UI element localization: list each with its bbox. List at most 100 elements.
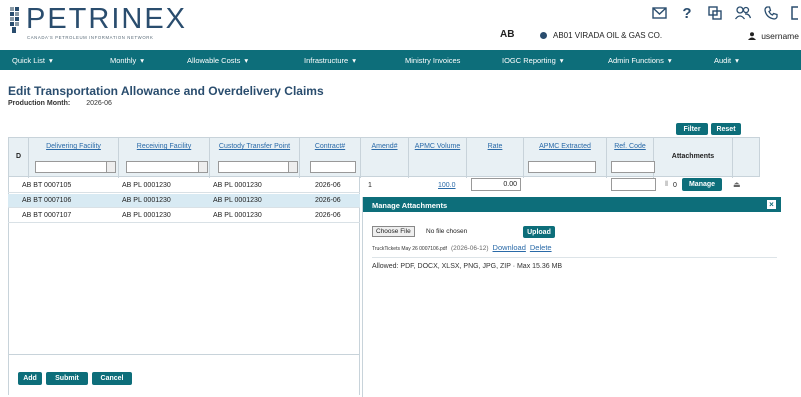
nav-audit[interactable]: Audit ▾ [702, 56, 782, 65]
username: username [761, 31, 799, 41]
petrinex-logo-icon [10, 7, 19, 33]
switch-icon[interactable] [707, 5, 723, 21]
cell-custody: AB PL 0001230 [213, 182, 262, 189]
filter-receiving-input[interactable] [126, 161, 208, 173]
file-status: No file chosen [426, 228, 468, 235]
nav-monthly[interactable]: Monthly ▾ [98, 56, 175, 65]
cell-receiving: AB PL 0001230 [122, 182, 171, 189]
nav-allowable-costs[interactable]: Allowable Costs ▾ [175, 56, 292, 65]
cell-contract: 2026-06 [315, 197, 341, 204]
filter-apmc-extracted-input[interactable] [528, 161, 596, 173]
manage-attachments-button[interactable]: Manage [682, 178, 722, 191]
attachment-date: (2026-06-12) [450, 245, 489, 252]
attachment-clip-icon: ⦀ [665, 181, 669, 188]
mail-icon[interactable] [651, 5, 667, 21]
cell-amend: 1 [368, 182, 372, 189]
manage-attachments-dialog: Manage Attachments × Choose File No file… [362, 197, 781, 397]
phone-icon[interactable] [763, 5, 779, 21]
nav-ministry-invoices[interactable]: Ministry Invoices [393, 56, 490, 65]
close-icon[interactable]: × [767, 200, 776, 209]
divider [372, 257, 777, 258]
caret-down-icon: ▾ [559, 55, 564, 65]
cell-receiving: AB PL 0001230 [122, 212, 171, 219]
nav-label: IOGC Reporting [502, 55, 556, 65]
eject-icon[interactable]: ⏏ [733, 180, 741, 189]
production-month: Production Month: 2026-06 [8, 100, 112, 107]
nav-label: Admin Functions [608, 55, 664, 65]
header-toolbar: ? [651, 5, 799, 22]
table-row[interactable]: AB BT 0007107 AB PL 0001230 AB PL 000123… [8, 209, 360, 223]
attachment-file-name: TruckTickets May 26 0007106.pdf [372, 246, 447, 252]
submit-button[interactable]: Submit [46, 372, 88, 385]
cell-receiving: AB PL 0001230 [122, 197, 171, 204]
help-icon[interactable]: ? [679, 5, 695, 22]
table-bottom-border [8, 354, 360, 355]
nav-label: Ministry Invoices [405, 55, 461, 65]
production-month-label: Production Month: [8, 100, 71, 107]
table-row-extended: 1 100.0 0.00 ⦀ 0 Manage ⏏ [360, 177, 752, 194]
download-link[interactable]: Download [493, 243, 526, 252]
jurisdiction-label: AB [500, 29, 515, 40]
ref-code-input[interactable] [611, 178, 656, 191]
table-row-selected[interactable]: AB BT 0007106 AB PL 0001230 AB PL 000123… [8, 194, 360, 208]
nav-label: Allowable Costs [187, 55, 241, 65]
organization-name: AB01 VIRADA OIL & GAS CO. [553, 31, 663, 40]
cancel-button[interactable]: Cancel [92, 372, 132, 385]
table-row[interactable]: AB BT 0007105 AB PL 0001230 AB PL 000123… [8, 179, 360, 193]
caret-down-icon: ▾ [244, 55, 249, 65]
brand-tagline: CANADA'S PETROLEUM INFORMATION NETWORK [27, 35, 154, 40]
filter-delivering-input[interactable] [35, 161, 116, 173]
nav-admin-functions[interactable]: Admin Functions ▾ [596, 56, 702, 65]
attachment-item: TruckTickets May 26 0007106.pdf (2026-06… [372, 243, 552, 252]
lookup-icon[interactable] [198, 162, 207, 172]
main-nav: Quick List ▾ Monthly ▾ Allowable Costs ▾ In… [0, 50, 801, 70]
app-header: PETRINEX CANADA'S PETROLEUM INFORMATION … [0, 0, 801, 50]
user-menu[interactable]: username [748, 31, 799, 41]
col-apmc-volume[interactable]: APMC Volume [409, 138, 467, 178]
nav-label: Monthly [110, 55, 137, 65]
filter-ref-code-input[interactable] [611, 161, 655, 173]
caret-down-icon: ▾ [140, 55, 145, 65]
page-title: Edit Transportation Allowance and Overde… [8, 84, 324, 98]
col-d: D [9, 138, 29, 178]
caret-down-icon: ▾ [667, 55, 672, 65]
cell-delivering: AB BT 0007107 [22, 212, 72, 219]
nav-infrastructure[interactable]: Infrastructure ▾ [292, 56, 393, 65]
cell-contract: 2026-06 [315, 212, 341, 219]
organization-selector[interactable]: AB01 VIRADA OIL & GAS CO. [540, 31, 662, 40]
reset-button[interactable]: Reset [711, 123, 741, 135]
lookup-icon[interactable] [106, 162, 115, 172]
cell-apmc-volume-link[interactable]: 100.0 [438, 182, 456, 189]
nav-label: Quick List [12, 55, 45, 65]
nav-iogc-reporting[interactable]: IOGC Reporting ▾ [490, 56, 596, 65]
user-icon [748, 32, 757, 40]
add-button[interactable]: Add [18, 372, 42, 385]
nav-label: Infrastructure [304, 55, 349, 65]
nav-label: Audit [714, 55, 732, 65]
cell-custody: AB PL 0001230 [213, 212, 262, 219]
users-icon[interactable] [735, 5, 751, 21]
upload-button[interactable]: Upload [523, 226, 555, 238]
filter-custody-input[interactable] [218, 161, 298, 173]
col-rate[interactable]: Rate [467, 138, 524, 178]
caret-down-icon: ▾ [352, 55, 356, 65]
cell-custody: AB PL 0001230 [213, 197, 262, 204]
production-month-value: 2026-06 [86, 100, 112, 107]
filter-button[interactable]: Filter [676, 123, 708, 135]
col-amend[interactable]: Amend# [361, 138, 409, 178]
dialog-title: Manage Attachments [363, 197, 781, 212]
logout-icon[interactable] [791, 5, 799, 21]
rate-input[interactable]: 0.00 [471, 178, 521, 191]
caret-down-icon: ▾ [735, 55, 739, 65]
nav-quick-list[interactable]: Quick List ▾ [0, 56, 98, 65]
cell-contract: 2026-06 [315, 182, 341, 189]
attachment-count: 0 [673, 182, 677, 189]
col-attachments: Attachments [654, 138, 733, 178]
brand-name: PETRINEX [26, 3, 188, 35]
delete-link[interactable]: Delete [530, 243, 552, 252]
filter-contract-input[interactable] [310, 161, 356, 173]
lookup-icon[interactable] [288, 162, 297, 172]
cell-delivering: AB BT 0007105 [22, 182, 72, 189]
choose-file-button[interactable]: Choose File [372, 226, 415, 237]
cell-delivering: AB BT 0007106 [22, 197, 72, 204]
